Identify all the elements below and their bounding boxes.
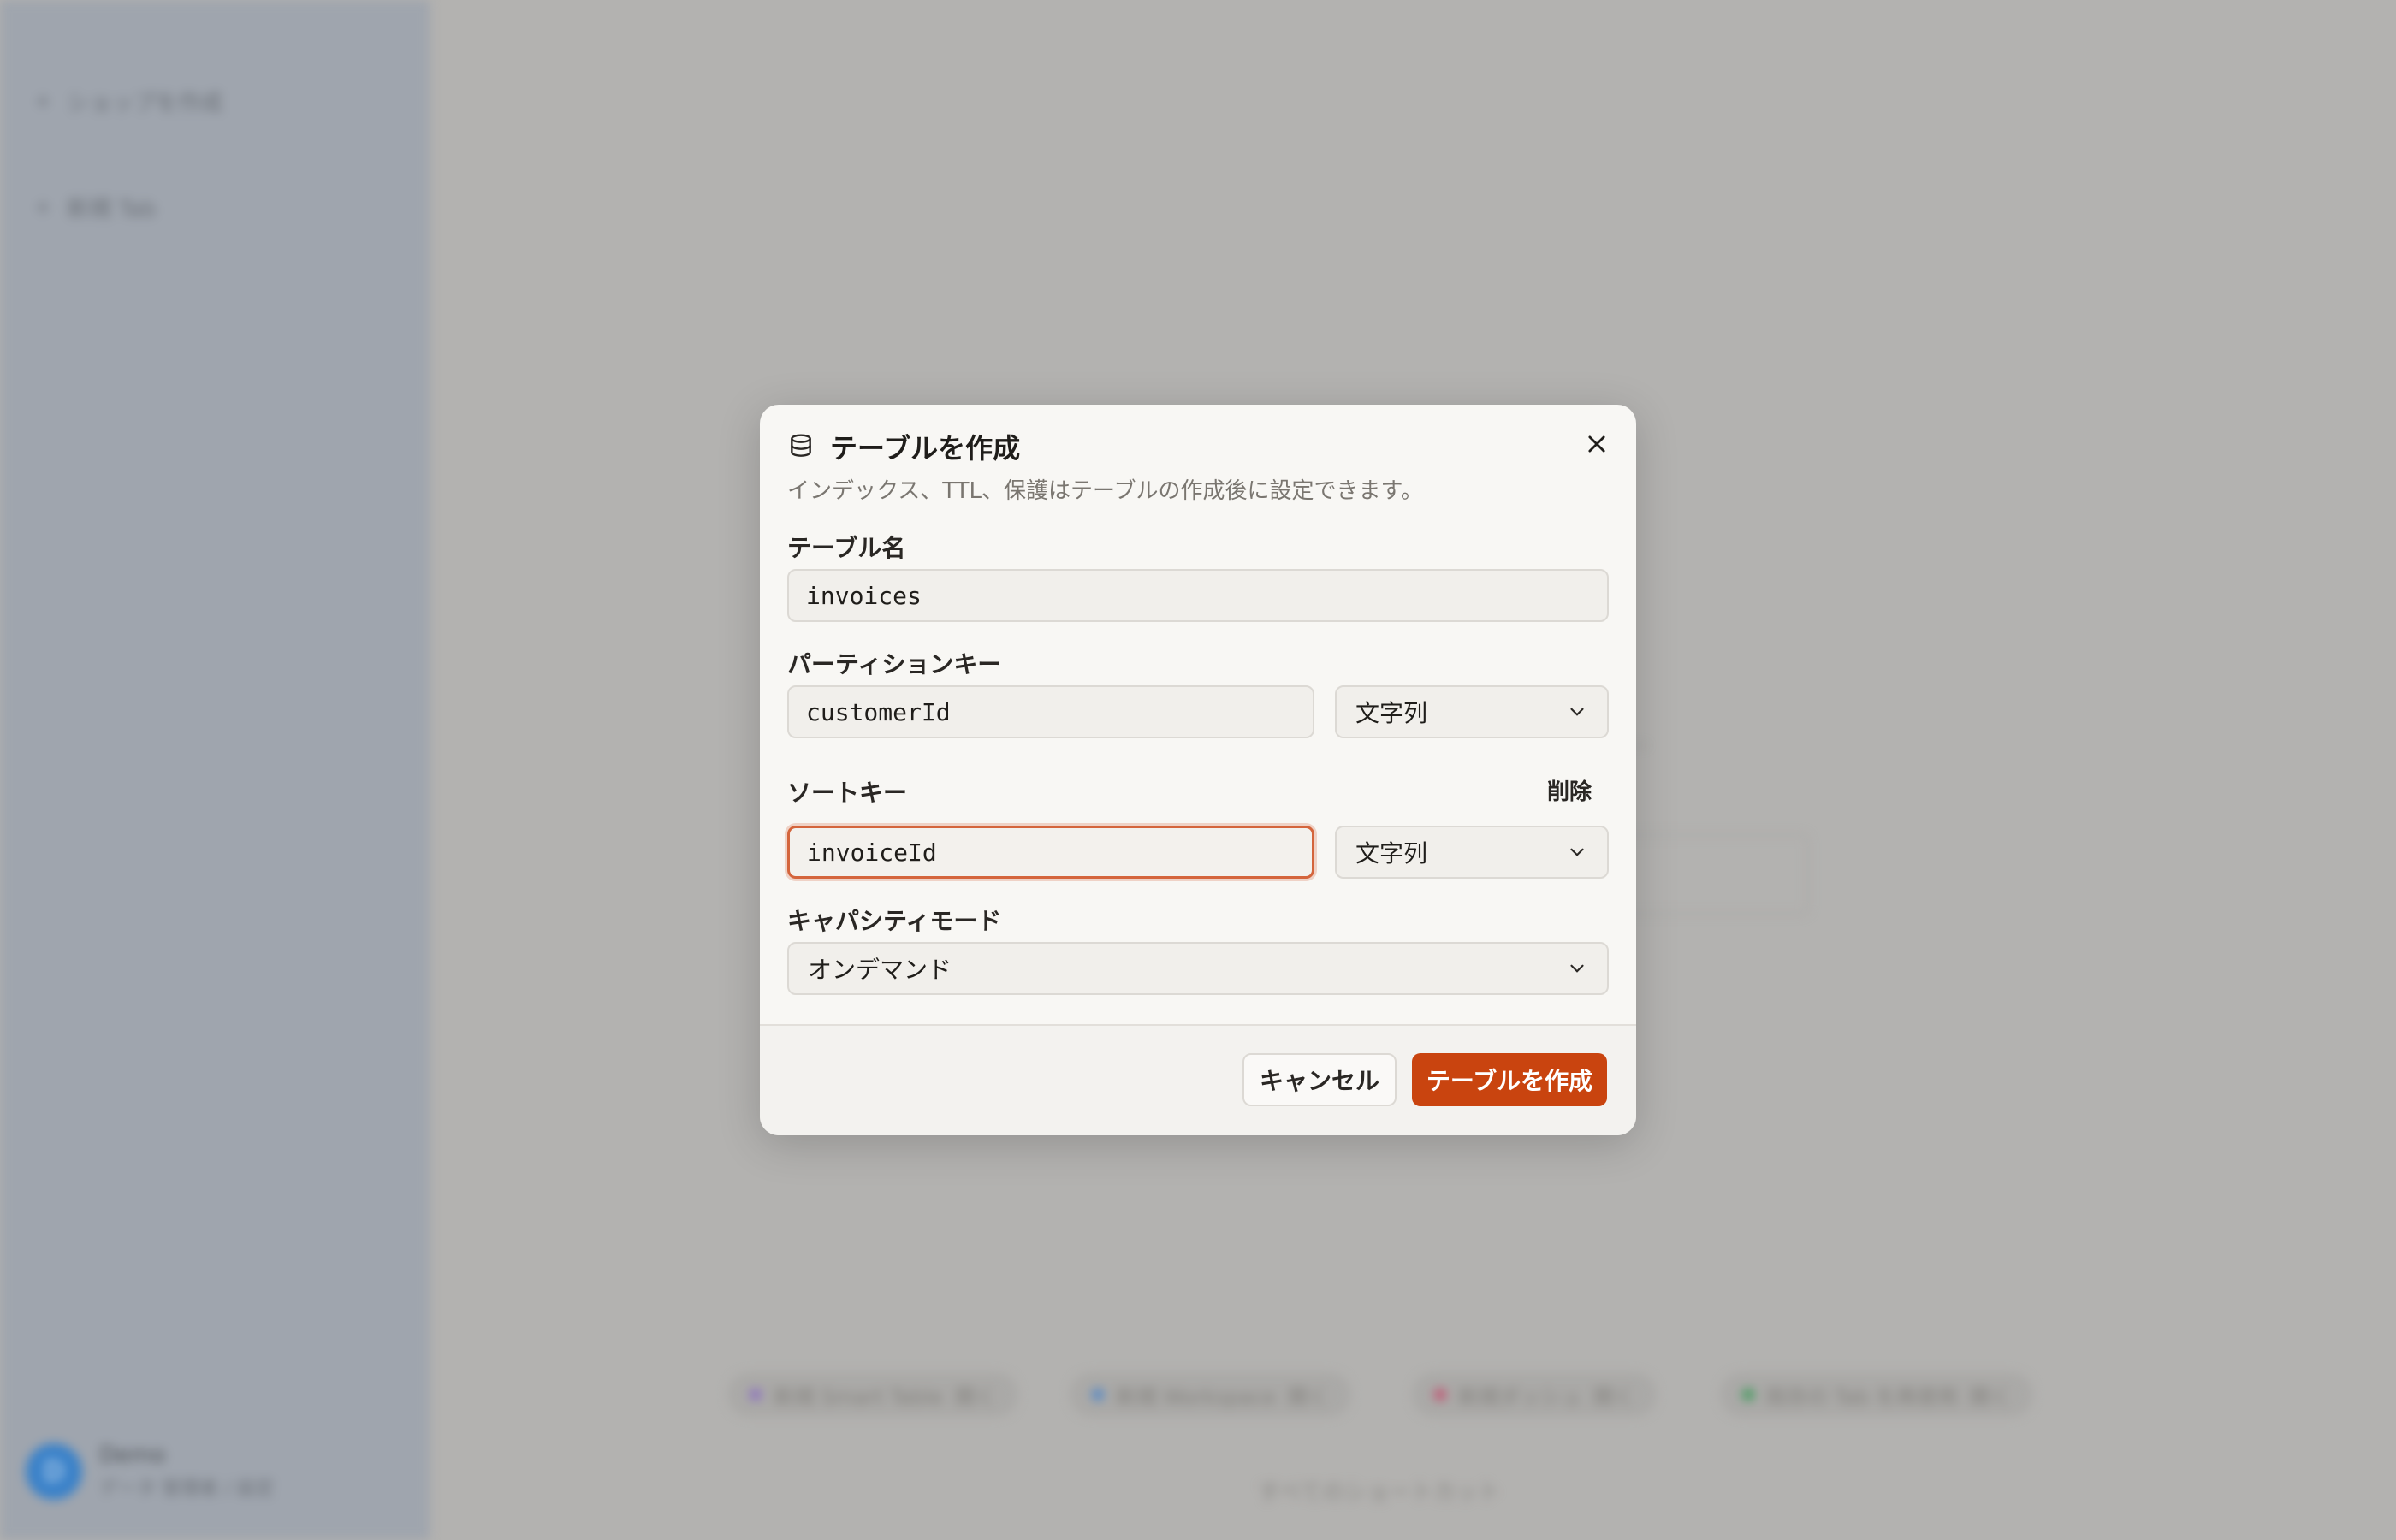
partition-key-input[interactable]	[787, 685, 1314, 738]
partition-key-type-select[interactable]: 文字列	[1335, 685, 1609, 738]
dot-icon	[1092, 1389, 1104, 1401]
sort-key-label: ソートキー	[787, 779, 908, 807]
chevron-down-icon	[1570, 848, 1584, 856]
chip-reuse-tab: 既存の Tab を再使用 開く	[1720, 1372, 2033, 1417]
user-name: Demo	[99, 1442, 166, 1468]
database-icon	[791, 434, 811, 457]
close-icon	[1588, 435, 1605, 453]
chip-new-workspace: 新規 Workspace 開く	[1070, 1372, 1351, 1417]
capacity-mode-select[interactable]: オンデマンド	[787, 942, 1609, 995]
sidebar-item-create-shop: + ショップを作成	[34, 84, 222, 118]
chip-new-dashboard: 新規ダッシュ 開く	[1412, 1372, 1657, 1417]
chevron-down-icon	[1570, 708, 1584, 716]
chip-label: 新規ダッシュ	[1458, 1384, 1581, 1409]
footer-divider	[760, 1024, 1636, 1026]
partition-key-type-value: 文字列	[1355, 699, 1428, 727]
dialog-title: テーブルを作成	[830, 432, 1021, 465]
create-table-dialog: テーブルを作成 インデックス、TTL、保護はテーブルの作成後に設定できます。 テ…	[760, 405, 1636, 1135]
chip-new-smart-table: 新規 Smart Table 開く	[727, 1372, 1018, 1417]
chip-shortcut: 開く	[1969, 1384, 2011, 1409]
chevron-down-icon	[1570, 964, 1584, 973]
table-name-input[interactable]	[787, 569, 1609, 622]
background-footer-text: すべてのショートカット	[1258, 1480, 1501, 1506]
dialog-header: テーブルを作成	[787, 427, 1020, 466]
chip-shortcut: 開く	[954, 1384, 996, 1409]
close-button[interactable]	[1576, 424, 1617, 465]
partition-key-label: パーティションキー	[787, 650, 1002, 678]
remove-sort-key-button[interactable]: 削除	[1547, 774, 1592, 806]
chip-shortcut: 開く	[1593, 1384, 1634, 1409]
cancel-button[interactable]: キャンセル	[1242, 1053, 1397, 1106]
table-name-label: テーブル名	[787, 534, 906, 562]
dot-icon	[1434, 1389, 1446, 1401]
dot-icon	[1742, 1389, 1754, 1401]
sidebar-item-label: 新規 Tab	[67, 196, 157, 222]
dialog-description: インデックス、TTL、保護はテーブルの作成後に設定できます。	[787, 478, 1423, 504]
plus-icon: +	[34, 195, 52, 219]
sidebar-item-label: ショップを作成	[67, 90, 223, 116]
sort-key-input[interactable]	[787, 826, 1314, 879]
capacity-mode-value: オンデマンド	[808, 956, 952, 984]
sidebar: + ショップを作成 + 新規 Tab D Demo データ 管理者 / 設定	[0, 0, 430, 1540]
chip-label: 新規 Workspace	[1116, 1384, 1276, 1409]
create-table-button[interactable]: テーブルを作成	[1412, 1053, 1607, 1106]
chip-label: 既存の Tab を再使用	[1766, 1384, 1958, 1409]
chip-shortcut: 開く	[1287, 1384, 1329, 1409]
capacity-mode-label: キャパシティモード	[787, 907, 1002, 935]
avatar: D	[26, 1443, 82, 1500]
chip-label: 新規 Smart Table	[774, 1384, 943, 1409]
plus-icon: +	[34, 89, 52, 113]
user-subtitle: データ 管理者 / 設定	[99, 1478, 275, 1500]
sidebar-user: D Demo データ 管理者 / 設定	[26, 1442, 274, 1501]
sort-key-type-select[interactable]: 文字列	[1335, 826, 1609, 879]
sidebar-item-new-tab: + 新規 Tab	[34, 190, 156, 224]
dot-icon	[750, 1389, 762, 1401]
sort-key-type-value: 文字列	[1355, 839, 1428, 868]
